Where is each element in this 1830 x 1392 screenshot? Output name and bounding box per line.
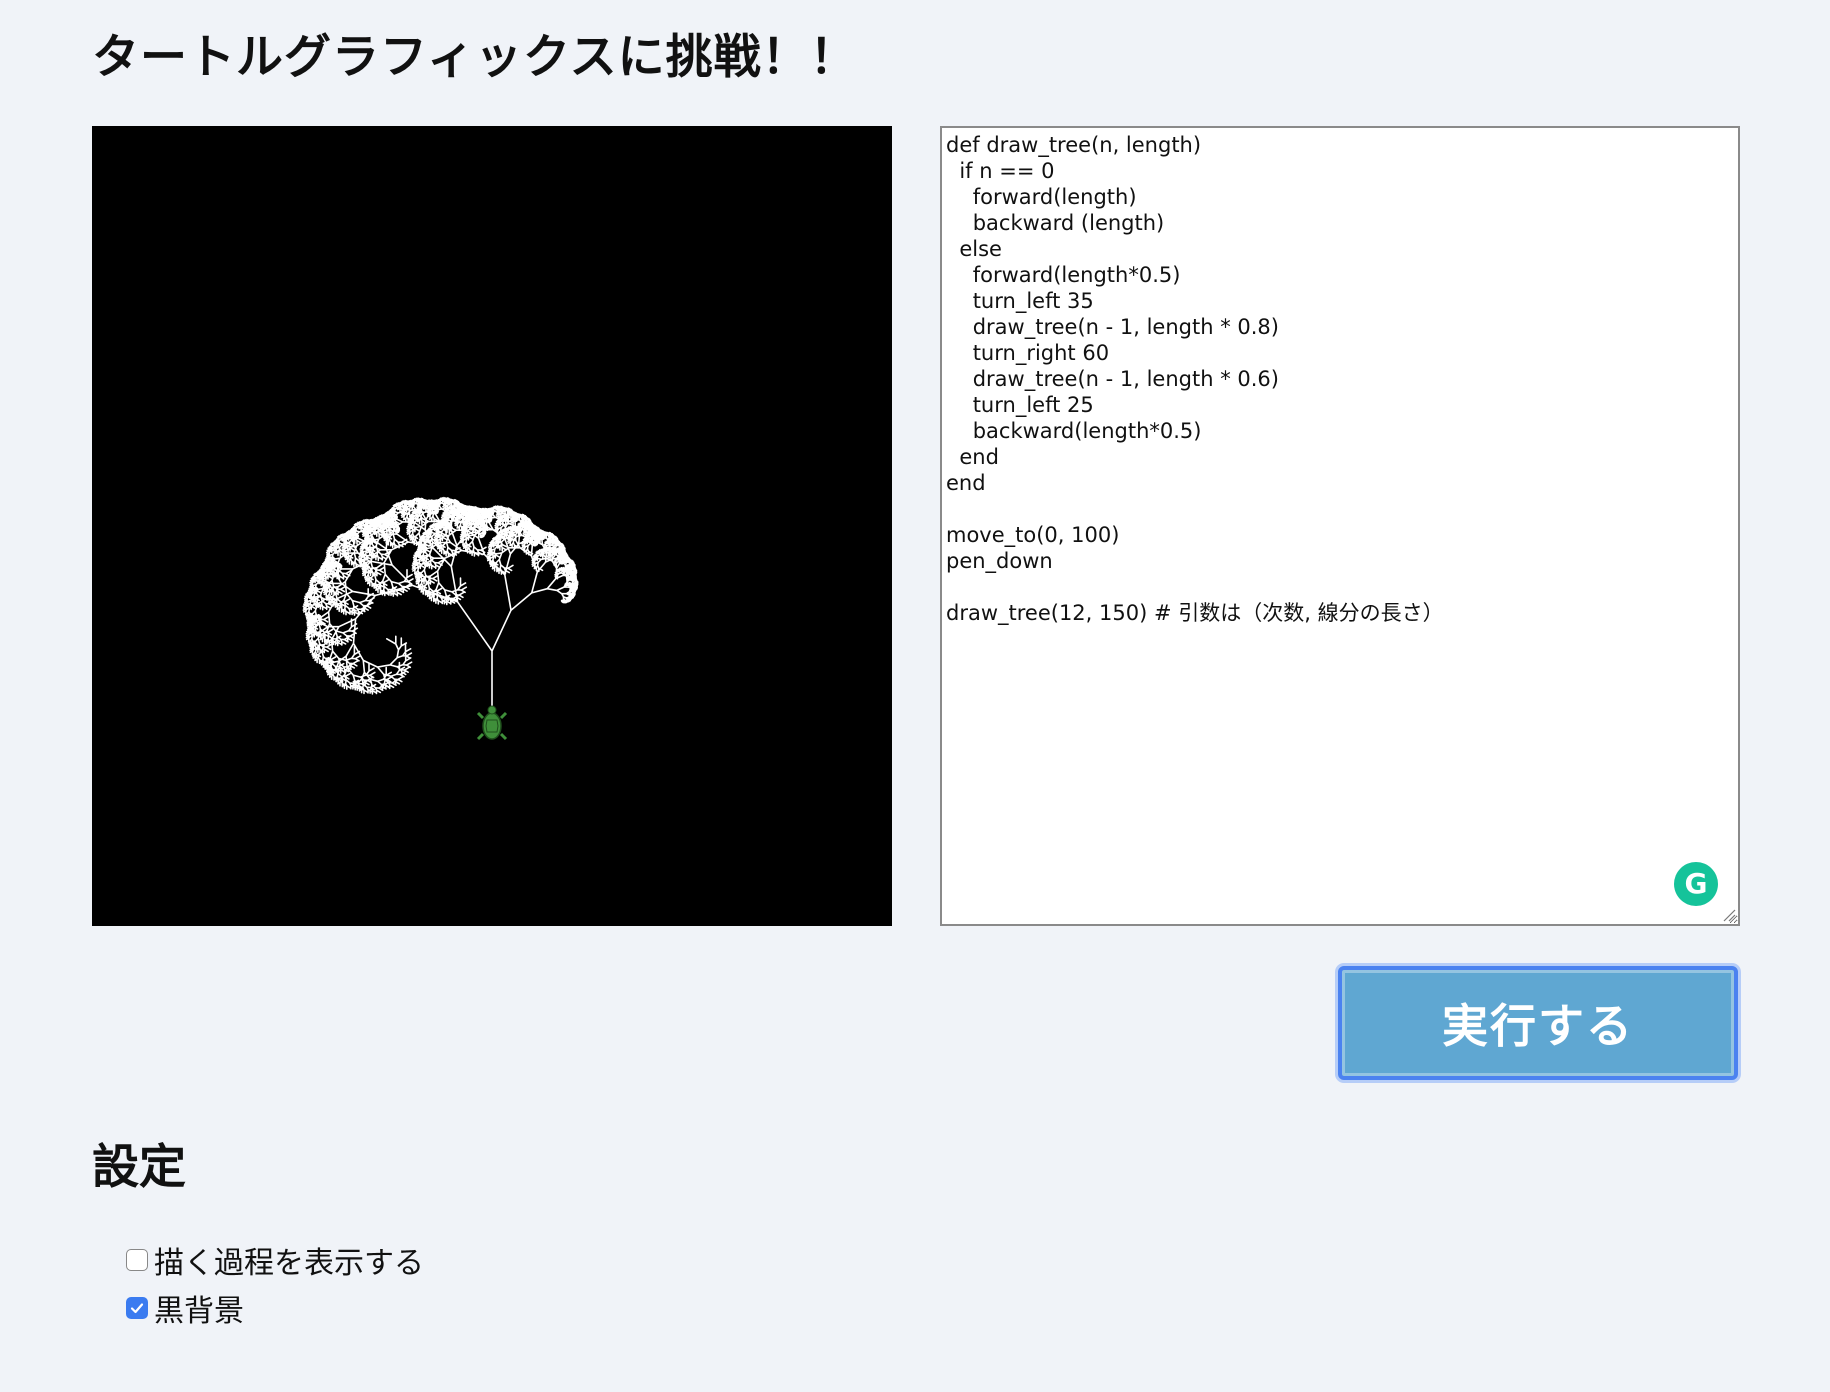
page-title: タートルグラフィックスに挑戦！！ bbox=[92, 30, 858, 85]
settings-title: 設定 bbox=[92, 1140, 186, 1195]
grammarly-icon[interactable]: G bbox=[1674, 862, 1718, 906]
turtle-icon bbox=[476, 705, 508, 741]
tree-lines bbox=[302, 496, 579, 727]
setting-black-background[interactable]: 黒背景 bbox=[126, 1284, 424, 1332]
code-editor[interactable]: def draw_tree(n, length) if n == 0 forwa… bbox=[940, 126, 1740, 926]
setting-show-drawing-process[interactable]: 描く過程を表示する bbox=[126, 1236, 424, 1284]
setting-label: 描く過程を表示する bbox=[154, 1246, 424, 1281]
tree-path bbox=[302, 496, 579, 727]
turtle-canvas bbox=[92, 126, 892, 926]
settings-list: 描く過程を表示する 黒背景 bbox=[126, 1236, 424, 1332]
black-background-checkbox[interactable] bbox=[126, 1297, 148, 1319]
setting-label: 黒背景 bbox=[154, 1294, 244, 1329]
code-editor-container: def draw_tree(n, length) if n == 0 forwa… bbox=[940, 126, 1740, 926]
checkmark-icon bbox=[130, 1303, 144, 1314]
run-button[interactable]: 実行する bbox=[1338, 966, 1738, 1080]
show-process-checkbox[interactable] bbox=[126, 1249, 148, 1271]
fractal-tree-drawing bbox=[302, 496, 579, 741]
